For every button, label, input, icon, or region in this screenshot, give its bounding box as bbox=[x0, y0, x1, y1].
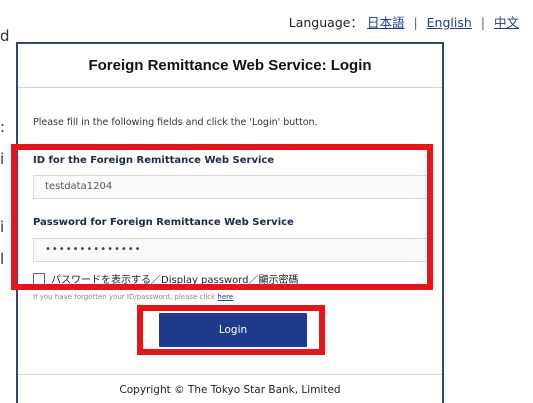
forgot-password-text: If you have forgotten your ID/password, … bbox=[33, 293, 235, 301]
language-link-chinese[interactable]: 中文 bbox=[494, 15, 519, 30]
login-button-highlight-box bbox=[137, 305, 325, 355]
background-text-fragment: i bbox=[0, 150, 5, 168]
language-link-japanese[interactable]: 日本語 bbox=[367, 15, 405, 30]
instructions-text: Please fill in the following fields and … bbox=[33, 117, 318, 128]
language-label: Language： bbox=[288, 15, 363, 30]
language-link-english[interactable]: English bbox=[427, 15, 472, 30]
language-separator: | bbox=[480, 15, 485, 30]
background-text-fragment: : bbox=[0, 118, 6, 136]
credentials-highlight-box bbox=[11, 144, 433, 290]
background-text-fragment: d bbox=[0, 27, 10, 45]
forgot-password-suffix: . bbox=[233, 293, 236, 301]
title-divider bbox=[18, 87, 442, 88]
language-bar: Language： 日本語 | English | 中文 bbox=[289, 12, 519, 31]
background-text-fragment: i bbox=[0, 218, 5, 236]
copyright-text: Copyright © The Tokyo Star Bank, Limited bbox=[119, 384, 341, 396]
background-text-fragment: l bbox=[0, 250, 5, 268]
footer-divider bbox=[18, 374, 442, 375]
forgot-password-link[interactable]: here bbox=[217, 293, 233, 301]
forgot-password-prefix: If you have forgotten your ID/password, … bbox=[33, 293, 218, 301]
page-title: Foreign Remittance Web Service: Login bbox=[88, 57, 372, 74]
language-separator: | bbox=[413, 15, 418, 30]
